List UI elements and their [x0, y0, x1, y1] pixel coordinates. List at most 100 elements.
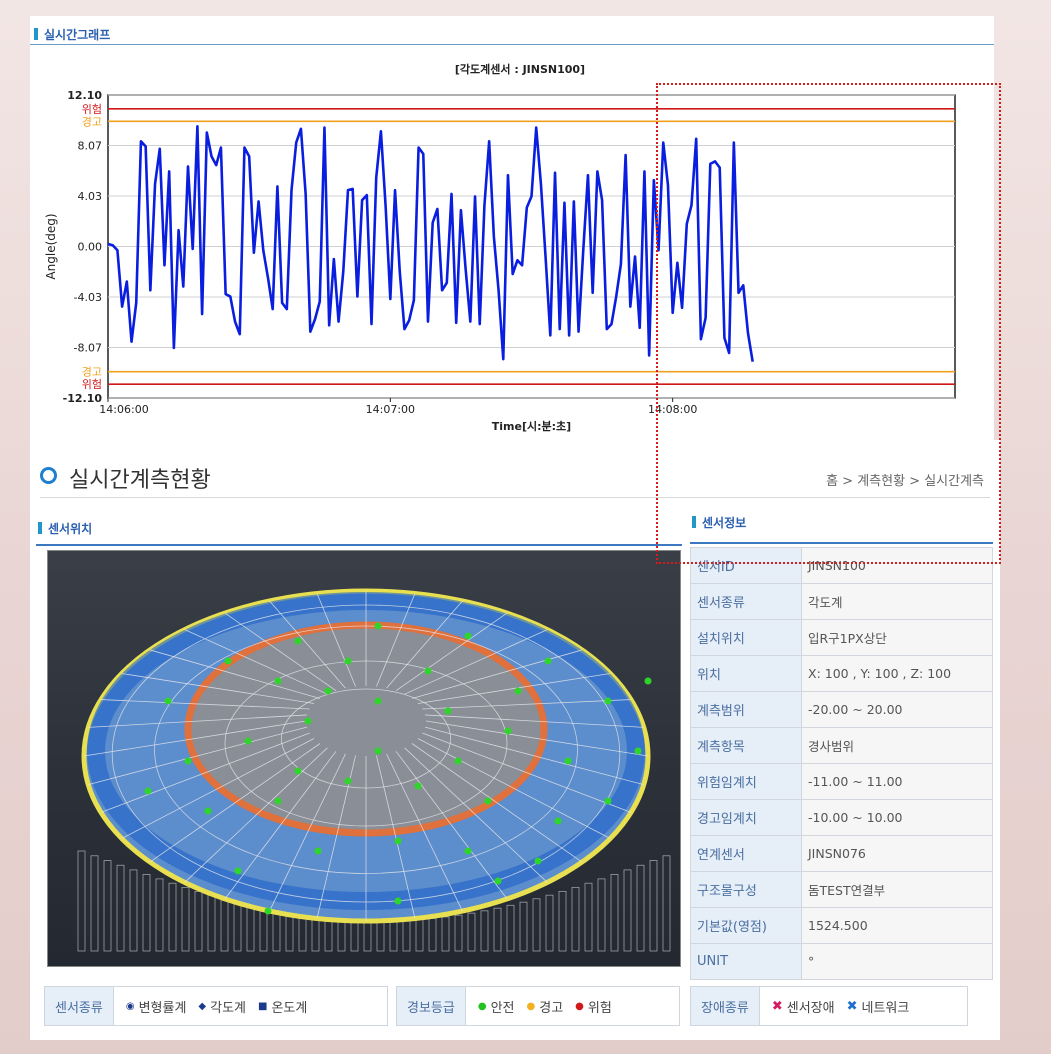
threshold-label: 경고 [82, 115, 102, 128]
sensor-marker [344, 657, 352, 665]
sensor-location-label: 센서위치 [48, 522, 93, 536]
sensor-info-value: 경사범위 [801, 727, 993, 764]
sensor-marker [294, 767, 302, 775]
sensor-info-row: 위험임계치 -11.00 ~ 11.00 [690, 763, 993, 800]
sensor-info-value: -20.00 ~ 20.00 [801, 691, 993, 728]
sensor-marker [164, 697, 172, 705]
support-column [558, 890, 567, 952]
sensor-info-value: 각도계 [801, 583, 993, 620]
sensor-marker [374, 747, 382, 755]
sensor-info-key: 경고임계치 [690, 799, 802, 836]
support-column [350, 919, 359, 952]
support-column [480, 910, 489, 952]
legend-item-temp[interactable]: ■ 온도계 [258, 997, 307, 1016]
legend-item-label: 안전 [490, 1000, 515, 1016]
threshold-label: 경고 [82, 366, 102, 379]
legend-item-network-fault[interactable]: ✖ 네트워크 [847, 997, 910, 1016]
sensor-info-value: 입R구1PX상단 [801, 619, 993, 656]
sensor-info-key: 위험임계치 [690, 763, 802, 800]
support-column [649, 860, 658, 952]
circle-dot-icon: ◉ [125, 1000, 135, 1012]
legend-item-danger[interactable]: ● 위험 [575, 997, 612, 1016]
sensor-info-value: JINSN076 [801, 835, 993, 872]
y-tick-label: -4.03 [74, 291, 102, 304]
y-tick-label: 8.07 [78, 139, 103, 152]
support-column [584, 882, 593, 952]
sensor-marker [324, 687, 332, 695]
sensor-marker [224, 657, 232, 665]
sensor-info-value: 1524.500 [801, 907, 993, 944]
support-column [298, 914, 307, 952]
sensor-marker [374, 622, 382, 630]
legend-item-safe[interactable]: ● 안전 [478, 997, 515, 1016]
sensor-marker [394, 897, 402, 905]
support-column [129, 869, 138, 952]
graph-section-label: 실시간그래프 [44, 28, 111, 42]
support-column [142, 874, 151, 952]
orange-dot-icon: ● [526, 1000, 536, 1012]
sensor-info-key: 설치위치 [690, 619, 802, 656]
sensor-marker [494, 877, 502, 885]
support-column [506, 904, 515, 952]
sensor-marker [274, 797, 282, 805]
highlight-box [656, 83, 1001, 564]
x-mark-icon: ✖ [771, 998, 783, 1014]
legend-item-label: 변형률계 [138, 1000, 187, 1016]
sensor-info-row: UNIT ° [690, 943, 993, 980]
legend-item-warning[interactable]: ● 경고 [527, 997, 564, 1016]
legend-item-strain[interactable]: ◉ 변형률계 [126, 997, 187, 1016]
support-column [272, 910, 281, 952]
sensor-info-key: 위치 [690, 655, 802, 692]
y-tick-label: 0.00 [78, 241, 103, 254]
sensor-location-title: 센서위치 [38, 520, 92, 537]
sensor-info-row: 기본값(영점) 1524.500 [690, 907, 993, 944]
sensor-info-key: 구조물구성 [690, 871, 802, 908]
legend-item-label: 온도계 [271, 1000, 308, 1016]
legend-item-label: 센서장애 [786, 1000, 835, 1016]
chart-title: [각도계센서 : JINSN100] [454, 63, 586, 76]
threshold-label: 위험 [82, 103, 102, 116]
support-column [571, 886, 580, 952]
y-tick-label: -8.07 [74, 342, 102, 355]
support-column [532, 898, 541, 952]
diamond-icon: ◆ [198, 1000, 207, 1012]
support-column [428, 918, 437, 952]
sensor-marker [634, 747, 642, 755]
sensor-marker [294, 637, 302, 645]
sensor-marker [604, 797, 612, 805]
section-marker [34, 28, 38, 40]
alarm-level-legend: 경보등급 ● 안전 ● 경고 ● 위험 [396, 986, 680, 1026]
y-tick-label: -12.10 [63, 392, 103, 405]
sensor-info-value: -10.00 ~ 10.00 [801, 799, 993, 836]
sensor-info-value: ° [801, 943, 993, 980]
legend-item-sensor-fault[interactable]: ✖ 센서장애 [772, 997, 835, 1016]
support-column [623, 869, 632, 952]
sensor-marker [604, 697, 612, 705]
sensor-type-legend: 센서종류 ◉ 변형률계 ◆ 각도계 ■ 온도계 [44, 986, 388, 1026]
sensor-marker [564, 757, 572, 765]
support-column [519, 901, 528, 952]
sensor-info-key: 계측항목 [690, 727, 802, 764]
support-column [168, 882, 177, 952]
sensor-info-row: 설치위치 입R구1PX상단 [690, 619, 993, 656]
sensor-marker [444, 707, 452, 715]
y-tick-label: 4.03 [78, 190, 103, 203]
support-column [103, 860, 112, 952]
y-tick-label: 12.10 [67, 89, 102, 102]
sensor-info-row: 경고임계치 -10.00 ~ 10.00 [690, 799, 993, 836]
dome-structure-illustration [77, 588, 671, 952]
legend-item-angle[interactable]: ◆ 각도계 [198, 997, 246, 1016]
legend-item-label: 네트워크 [861, 1000, 910, 1016]
support-column [441, 916, 450, 952]
support-column [662, 855, 671, 952]
y-axis-label: Angle(deg) [44, 213, 58, 279]
support-column [181, 886, 190, 952]
sensor-marker [144, 787, 152, 795]
x-mark-icon: ✖ [846, 998, 858, 1014]
dome-structure-image[interactable] [47, 550, 681, 967]
support-column [311, 916, 320, 952]
support-column [116, 864, 125, 952]
sensor-info-key: 연계센서 [690, 835, 802, 872]
sensor-marker [234, 867, 242, 875]
sensor-marker [544, 657, 552, 665]
